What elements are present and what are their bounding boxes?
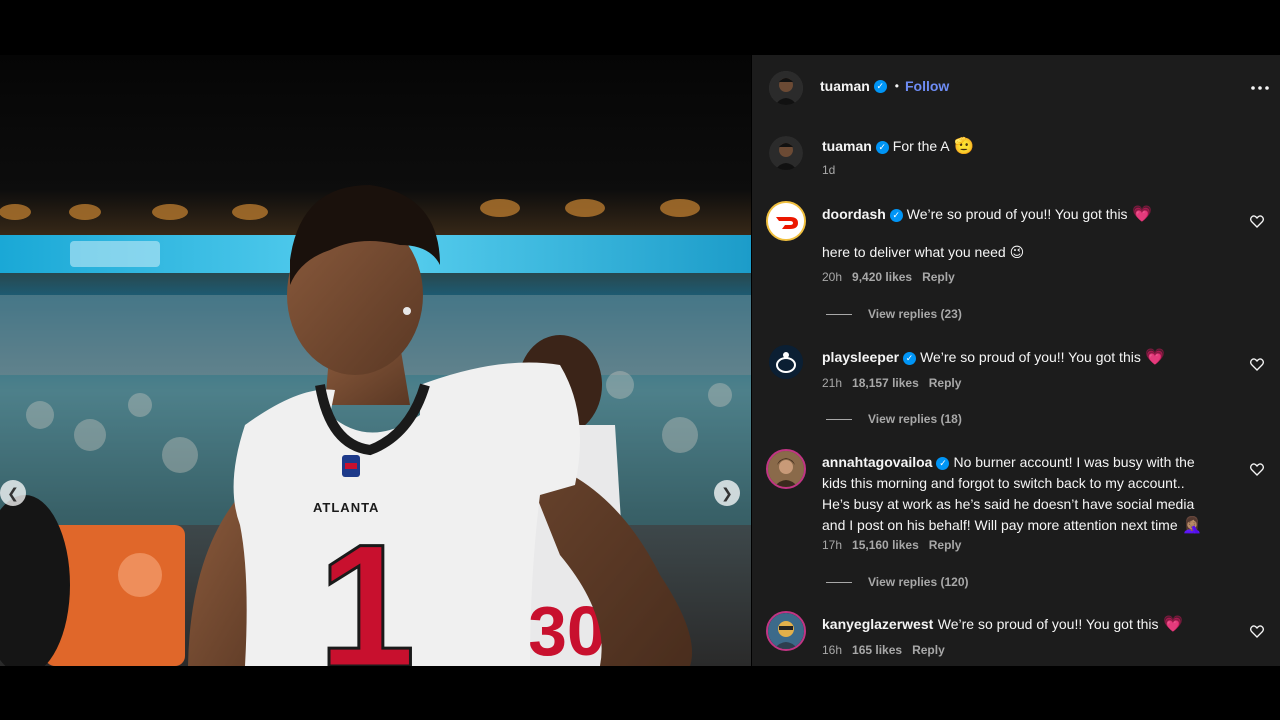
comment-avatar-playsleeper[interactable] <box>769 345 803 379</box>
carousel-prev-button[interactable]: ❮ <box>0 480 26 506</box>
comment-meta: 17h 15,160 likes Reply <box>822 538 971 552</box>
more-horizontal-icon <box>1251 86 1269 90</box>
more-options-button[interactable] <box>1248 78 1272 98</box>
post-photo: 30 ATLANTA 1 ❮ ❯ <box>0 55 751 666</box>
comment-text: We’re so proud of you!! You got this <box>937 616 1159 632</box>
heart-emoji: 💗 <box>1132 204 1152 223</box>
view-replies-label: View replies (23) <box>868 307 962 321</box>
caption-text: For the A <box>892 138 950 154</box>
comment-username[interactable]: playsleeper <box>822 349 899 365</box>
post-image: 30 ATLANTA 1 <box>0 55 751 666</box>
reply-button[interactable]: Reply <box>922 270 955 284</box>
caption-avatar[interactable] <box>769 136 803 170</box>
comment-avatar-doordash[interactable] <box>766 201 806 241</box>
verified-badge-icon: ✓ <box>889 209 903 222</box>
comment-text: We’re so proud of you!! You got this <box>920 349 1141 365</box>
comment-likes[interactable]: 18,157 likes <box>852 376 919 390</box>
reply-button[interactable]: Reply <box>929 538 962 552</box>
view-replies-label: View replies (120) <box>868 575 969 589</box>
comment-meta: 16h 165 likes Reply <box>822 643 955 657</box>
view-replies-label: View replies (18) <box>868 412 962 426</box>
comment-doordash: doordash ✓ We’re so proud of you!! You got… <box>822 204 1242 225</box>
comment-time: 17h <box>822 538 843 552</box>
wink-emoji: 😉 <box>1009 245 1025 261</box>
comment-text: No burner account! I was busy with the <box>953 454 1195 470</box>
comment-username[interactable]: doordash <box>822 206 886 222</box>
like-heart-icon[interactable] <box>1249 356 1265 372</box>
verified-badge-icon: ✓ <box>903 352 917 365</box>
caption-username[interactable]: tuaman <box>822 138 872 154</box>
header-avatar[interactable] <box>769 71 803 105</box>
comment-meta: 20h 9,420 likes Reply <box>822 270 965 284</box>
header-username[interactable]: tuaman <box>820 78 870 94</box>
comment-text: We’re so proud of you!! You got this <box>906 206 1128 222</box>
comment-playsleeper: playsleeper ✓ We’re so proud of you!! You … <box>822 347 1242 368</box>
carousel-next-button[interactable]: ❯ <box>714 480 740 506</box>
like-heart-icon[interactable] <box>1249 213 1265 229</box>
like-heart-icon[interactable] <box>1249 461 1265 477</box>
comment-avatar-kanyeglazerwest[interactable] <box>766 611 806 651</box>
follow-button[interactable]: Follow <box>905 78 949 94</box>
verified-badge-icon: ✓ <box>875 141 889 154</box>
comment-likes[interactable]: 9,420 likes <box>852 270 912 284</box>
salute-emoji: 🫡 <box>954 136 974 155</box>
reply-button[interactable]: Reply <box>929 376 962 390</box>
heart-emoji: 💗 <box>1162 614 1183 633</box>
view-replies-button[interactable]: View replies (23) <box>826 307 962 321</box>
comment-username[interactable]: kanyeglazerwest <box>822 616 933 632</box>
reply-button[interactable]: Reply <box>912 643 945 657</box>
comment-time: 20h <box>822 270 843 284</box>
comment-meta: 21h 18,157 likes Reply <box>822 376 971 390</box>
post-header: tuaman ✓ • Follow <box>820 78 949 94</box>
comment-text: and I post on his behalf! Will pay more … <box>822 517 1178 533</box>
comment-time: 21h <box>822 376 843 390</box>
view-replies-button[interactable]: View replies (18) <box>826 412 962 426</box>
chevron-right-icon: ❯ <box>721 484 733 501</box>
caption-time: 1d <box>822 163 836 177</box>
comment-annahtagovailoa: annahtagovailoa ✓ No burner account! I was… <box>822 452 1242 536</box>
comments-panel: tuaman ✓ • Follow tuaman ✓ For the A 🫡 1d … <box>752 55 1280 666</box>
heart-emoji: 💗 <box>1145 347 1166 366</box>
comment-doordash-line2: here to deliver what you need 😉 <box>822 242 1242 263</box>
view-replies-button[interactable]: View replies (120) <box>826 575 969 589</box>
caption: tuaman ✓ For the A 🫡 <box>822 136 1242 157</box>
chevron-left-icon: ❮ <box>7 484 19 501</box>
comment-username[interactable]: annahtagovailoa <box>822 454 932 470</box>
comment-text: here to deliver what you need <box>822 244 1006 260</box>
verified-badge-icon: ✓ <box>873 79 887 93</box>
comment-likes[interactable]: 165 likes <box>852 643 902 657</box>
comment-time: 16h <box>822 643 843 657</box>
comment-avatar-annahtagovailoa[interactable] <box>766 449 806 489</box>
comment-text: He’s busy at work as he’s said he doesn’… <box>822 496 1195 512</box>
facepalm-emoji: 🤦🏽‍♀️ <box>1182 515 1203 534</box>
separator-dot: • <box>894 79 899 93</box>
comment-likes[interactable]: 15,160 likes <box>852 538 919 552</box>
jersey-number: 1 <box>318 509 415 666</box>
comment-text: kids this morning and forgot to switch b… <box>822 475 1185 491</box>
verified-badge-icon: ✓ <box>936 457 950 470</box>
comment-kanyeglazerwest: kanyeglazerwest We’re so proud of you!! … <box>822 614 1242 635</box>
like-heart-icon[interactable] <box>1249 623 1265 639</box>
